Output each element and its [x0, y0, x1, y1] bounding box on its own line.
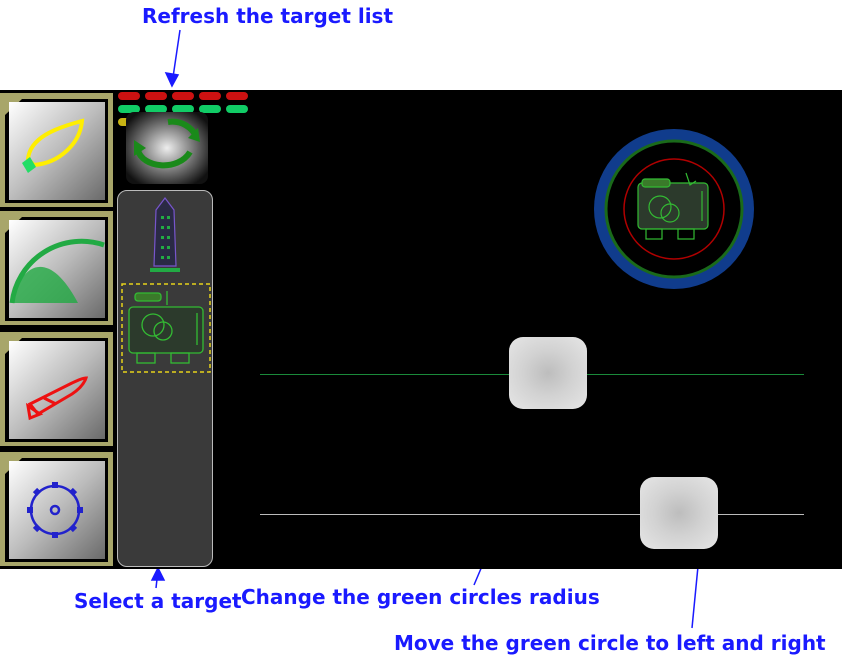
button-frame [0, 452, 113, 566]
arc-tool-button[interactable] [0, 211, 113, 325]
button-frame [0, 332, 113, 446]
leaf-tool-button[interactable] [0, 93, 113, 207]
rocket-tool-button[interactable] [0, 332, 113, 446]
tower-ship-icon [150, 197, 180, 272]
button-frame [0, 93, 113, 207]
target-item-robot[interactable] [121, 283, 211, 373]
radar-robot-icon [637, 172, 709, 240]
led-row-red [118, 92, 248, 100]
position-slider-knob[interactable] [640, 477, 718, 549]
radius-slider-knob[interactable] [509, 337, 587, 409]
gear-tool-button[interactable] [0, 452, 113, 566]
target-item-tower[interactable] [140, 196, 190, 278]
position-slider-track[interactable] [260, 514, 804, 515]
button-frame [0, 211, 113, 325]
refresh-button[interactable] [116, 110, 216, 186]
target-radar [594, 129, 754, 289]
robot-icon [128, 291, 204, 364]
refresh-icon [126, 112, 208, 184]
